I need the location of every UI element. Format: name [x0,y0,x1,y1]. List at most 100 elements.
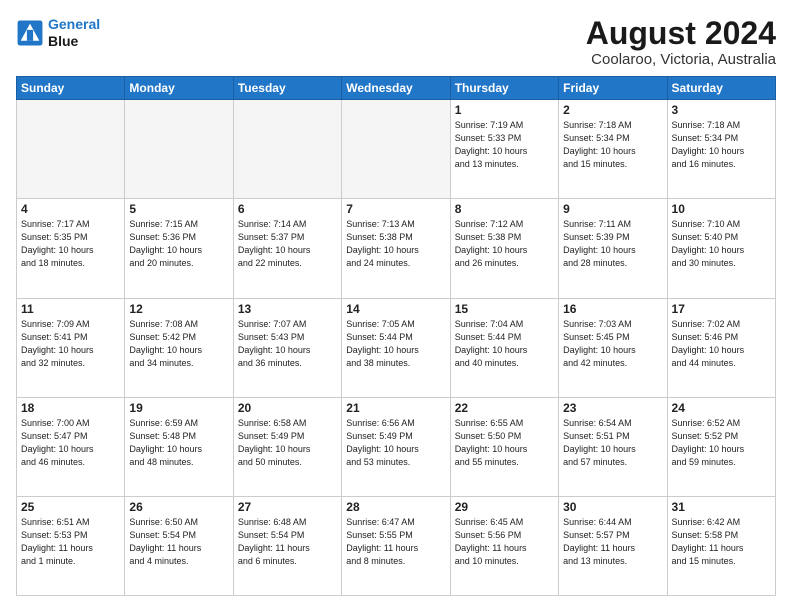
calendar-cell-w3d0: 11 Sunrise: 7:09 AM Sunset: 5:41 PM Dayli… [17,298,125,397]
week-row-3: 11 Sunrise: 7:09 AM Sunset: 5:41 PM Dayli… [17,298,776,397]
calendar-cell-w4d1: 19Sunrise: 6:59 AM Sunset: 5:48 PM Dayli… [125,397,233,496]
day-info: Sunrise: 7:08 AM Sunset: 5:42 PM Dayligh… [129,318,228,370]
day-info: Sunrise: 7:03 AM Sunset: 5:45 PM Dayligh… [563,318,662,370]
header-thursday: Thursday [450,77,558,100]
day-number: 3 [672,103,771,117]
day-info: Sunrise: 6:59 AM Sunset: 5:48 PM Dayligh… [129,417,228,469]
day-number: 6 [238,202,337,216]
calendar-cell-w5d6: 31Sunrise: 6:42 AM Sunset: 5:58 PM Dayli… [667,496,775,595]
day-number: 31 [672,500,771,514]
day-number: 10 [672,202,771,216]
day-number: 2 [563,103,662,117]
day-number: 30 [563,500,662,514]
day-info: Sunrise: 7:00 AM Sunset: 5:47 PM Dayligh… [21,417,120,469]
header-wednesday: Wednesday [342,77,450,100]
title-block: August 2024 Coolaroo, Victoria, Australi… [586,16,776,68]
calendar-cell-w5d1: 26Sunrise: 6:50 AM Sunset: 5:54 PM Dayli… [125,496,233,595]
calendar-cell-w1d0 [17,100,125,199]
calendar-cell-w1d3 [342,100,450,199]
day-info: Sunrise: 6:45 AM Sunset: 5:56 PM Dayligh… [455,516,554,568]
calendar-cell-w3d3: 14 Sunrise: 7:05 AM Sunset: 5:44 PM Dayli… [342,298,450,397]
calendar-cell-w2d1: 5 Sunrise: 7:15 AM Sunset: 5:36 PM Daylig… [125,199,233,298]
calendar-cell-w1d4: 1 Sunrise: 7:19 AM Sunset: 5:33 PM Daylig… [450,100,558,199]
day-number: 14 [346,302,445,316]
calendar-cell-w3d1: 12 Sunrise: 7:08 AM Sunset: 5:42 PM Dayli… [125,298,233,397]
weekday-header-row: Sunday Monday Tuesday Wednesday Thursday… [17,77,776,100]
day-number: 9 [563,202,662,216]
header-tuesday: Tuesday [233,77,341,100]
calendar-cell-w5d2: 27 Sunrise: 6:48 AM Sunset: 5:54 PM Dayli… [233,496,341,595]
logo-general: General [48,16,100,32]
calendar-cell-w4d2: 20 Sunrise: 6:58 AM Sunset: 5:49 PM Dayli… [233,397,341,496]
week-row-1: 1 Sunrise: 7:19 AM Sunset: 5:33 PM Daylig… [17,100,776,199]
day-number: 4 [21,202,120,216]
calendar-cell-w4d0: 18 Sunrise: 7:00 AM Sunset: 5:47 PM Dayli… [17,397,125,496]
calendar-cell-w3d2: 13 Sunrise: 7:07 AM Sunset: 5:43 PM Dayli… [233,298,341,397]
day-info: Sunrise: 6:48 AM Sunset: 5:54 PM Dayligh… [238,516,337,568]
logo-text: General Blue [48,16,100,50]
calendar-cell-w5d0: 25 Sunrise: 6:51 AM Sunset: 5:53 PM Dayli… [17,496,125,595]
day-info: Sunrise: 7:07 AM Sunset: 5:43 PM Dayligh… [238,318,337,370]
day-info: Sunrise: 6:47 AM Sunset: 5:55 PM Dayligh… [346,516,445,568]
week-row-5: 25 Sunrise: 6:51 AM Sunset: 5:53 PM Dayli… [17,496,776,595]
logo-icon [16,19,44,47]
calendar-cell-w2d3: 7Sunrise: 7:13 AM Sunset: 5:38 PM Daylig… [342,199,450,298]
calendar-cell-w2d6: 10 Sunrise: 7:10 AM Sunset: 5:40 PM Dayli… [667,199,775,298]
day-info: Sunrise: 7:04 AM Sunset: 5:44 PM Dayligh… [455,318,554,370]
day-number: 11 [21,302,120,316]
subtitle: Coolaroo, Victoria, Australia [586,51,776,68]
calendar-cell-w4d6: 24 Sunrise: 6:52 AM Sunset: 5:52 PM Dayli… [667,397,775,496]
day-number: 8 [455,202,554,216]
day-number: 5 [129,202,228,216]
calendar-cell-w4d4: 22Sunrise: 6:55 AM Sunset: 5:50 PM Dayli… [450,397,558,496]
day-number: 25 [21,500,120,514]
calendar-cell-w2d4: 8 Sunrise: 7:12 AM Sunset: 5:38 PM Daylig… [450,199,558,298]
header: General Blue August 2024 Coolaroo, Victo… [16,16,776,68]
calendar-cell-w4d3: 21 Sunrise: 6:56 AM Sunset: 5:49 PM Dayli… [342,397,450,496]
page: General Blue August 2024 Coolaroo, Victo… [0,0,792,612]
day-number: 27 [238,500,337,514]
calendar-cell-w3d4: 15Sunrise: 7:04 AM Sunset: 5:44 PM Dayli… [450,298,558,397]
day-info: Sunrise: 7:18 AM Sunset: 5:34 PM Dayligh… [672,119,771,171]
day-info: Sunrise: 6:56 AM Sunset: 5:49 PM Dayligh… [346,417,445,469]
calendar-cell-w1d2 [233,100,341,199]
calendar-cell-w5d5: 30 Sunrise: 6:44 AM Sunset: 5:57 PM Dayli… [559,496,667,595]
day-info: Sunrise: 7:18 AM Sunset: 5:34 PM Dayligh… [563,119,662,171]
day-number: 7 [346,202,445,216]
day-number: 20 [238,401,337,415]
day-number: 21 [346,401,445,415]
calendar-cell-w5d3: 28Sunrise: 6:47 AM Sunset: 5:55 PM Dayli… [342,496,450,595]
day-info: Sunrise: 6:51 AM Sunset: 5:53 PM Dayligh… [21,516,120,568]
day-number: 12 [129,302,228,316]
day-info: Sunrise: 7:19 AM Sunset: 5:33 PM Dayligh… [455,119,554,171]
calendar-cell-w3d6: 17Sunrise: 7:02 AM Sunset: 5:46 PM Dayli… [667,298,775,397]
calendar-table: Sunday Monday Tuesday Wednesday Thursday… [16,76,776,596]
logo: General Blue [16,16,100,50]
day-info: Sunrise: 7:12 AM Sunset: 5:38 PM Dayligh… [455,218,554,270]
day-info: Sunrise: 7:05 AM Sunset: 5:44 PM Dayligh… [346,318,445,370]
day-number: 18 [21,401,120,415]
day-info: Sunrise: 6:50 AM Sunset: 5:54 PM Dayligh… [129,516,228,568]
day-info: Sunrise: 6:44 AM Sunset: 5:57 PM Dayligh… [563,516,662,568]
calendar-cell-w2d0: 4Sunrise: 7:17 AM Sunset: 5:35 PM Daylig… [17,199,125,298]
header-sunday: Sunday [17,77,125,100]
calendar-cell-w4d5: 23Sunrise: 6:54 AM Sunset: 5:51 PM Dayli… [559,397,667,496]
day-info: Sunrise: 7:10 AM Sunset: 5:40 PM Dayligh… [672,218,771,270]
week-row-2: 4Sunrise: 7:17 AM Sunset: 5:35 PM Daylig… [17,199,776,298]
day-info: Sunrise: 6:54 AM Sunset: 5:51 PM Dayligh… [563,417,662,469]
day-number: 13 [238,302,337,316]
day-number: 16 [563,302,662,316]
calendar-cell-w2d5: 9Sunrise: 7:11 AM Sunset: 5:39 PM Daylig… [559,199,667,298]
calendar-cell-w5d4: 29Sunrise: 6:45 AM Sunset: 5:56 PM Dayli… [450,496,558,595]
day-info: Sunrise: 6:58 AM Sunset: 5:49 PM Dayligh… [238,417,337,469]
week-row-4: 18 Sunrise: 7:00 AM Sunset: 5:47 PM Dayli… [17,397,776,496]
day-info: Sunrise: 7:15 AM Sunset: 5:36 PM Dayligh… [129,218,228,270]
calendar-cell-w1d5: 2 Sunrise: 7:18 AM Sunset: 5:34 PM Daylig… [559,100,667,199]
day-info: Sunrise: 6:52 AM Sunset: 5:52 PM Dayligh… [672,417,771,469]
day-number: 22 [455,401,554,415]
day-number: 24 [672,401,771,415]
logo-blue: Blue [48,33,100,50]
day-number: 1 [455,103,554,117]
day-info: Sunrise: 7:02 AM Sunset: 5:46 PM Dayligh… [672,318,771,370]
day-info: Sunrise: 7:09 AM Sunset: 5:41 PM Dayligh… [21,318,120,370]
